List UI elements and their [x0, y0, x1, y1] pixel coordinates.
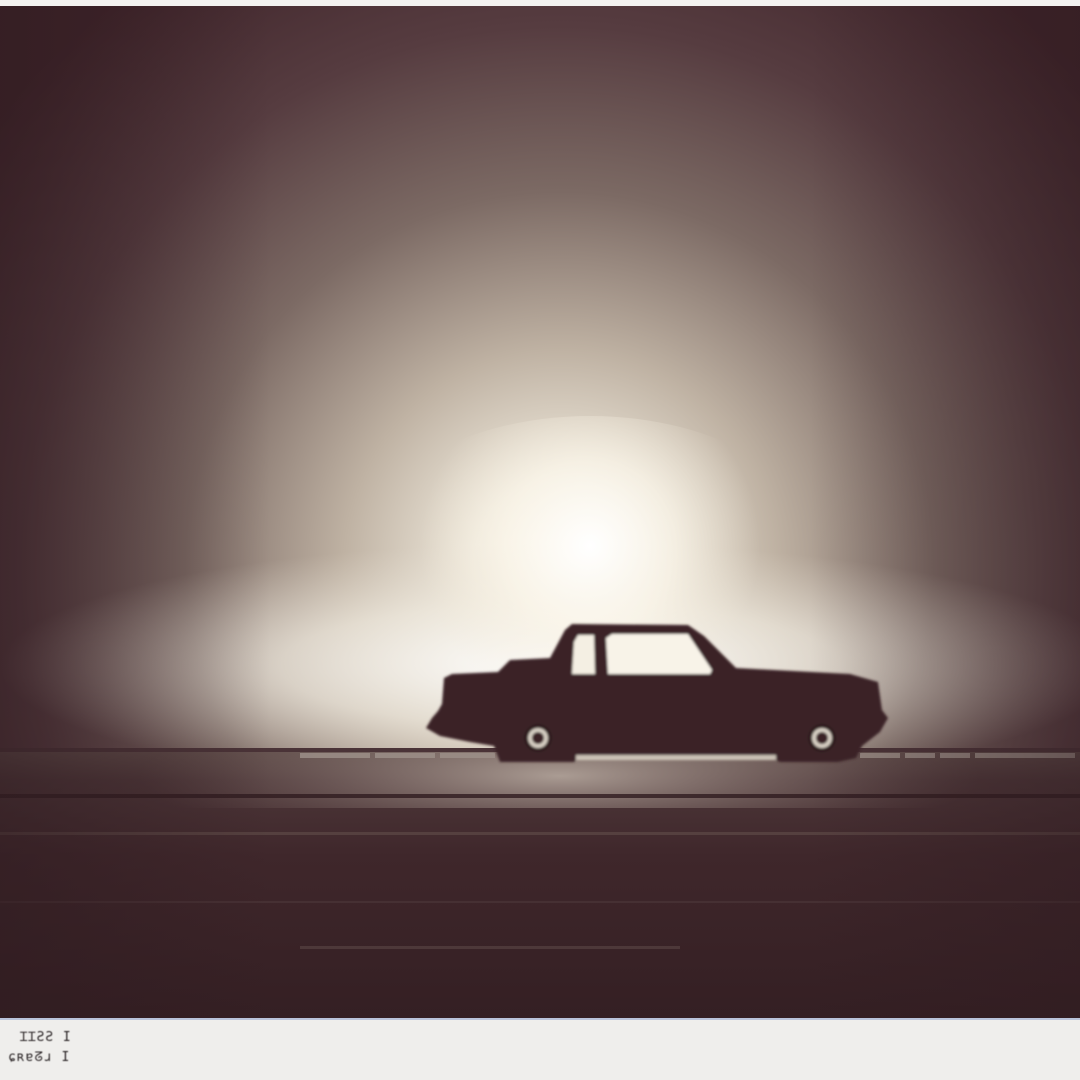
print-border-line [0, 1018, 1080, 1020]
photo-print: ꞮꞮƧƧ I ɕʀɐᘔɹ I [0, 0, 1080, 1080]
vignette [0, 6, 1080, 1018]
rear-window [572, 635, 595, 674]
rear-wheel [524, 724, 552, 752]
photograph [0, 6, 1080, 1018]
caption-line-2: ɕʀɐᘔɹ I [8, 1050, 71, 1065]
caption-line-1: ꞮꞮƧƧ I [20, 1030, 72, 1045]
front-wheel [808, 724, 836, 752]
handwritten-caption: ꞮꞮƧƧ I ɕʀɐᘔɹ I [8, 1028, 168, 1078]
photo-scene [0, 6, 1080, 1018]
under-car-light [576, 755, 776, 760]
